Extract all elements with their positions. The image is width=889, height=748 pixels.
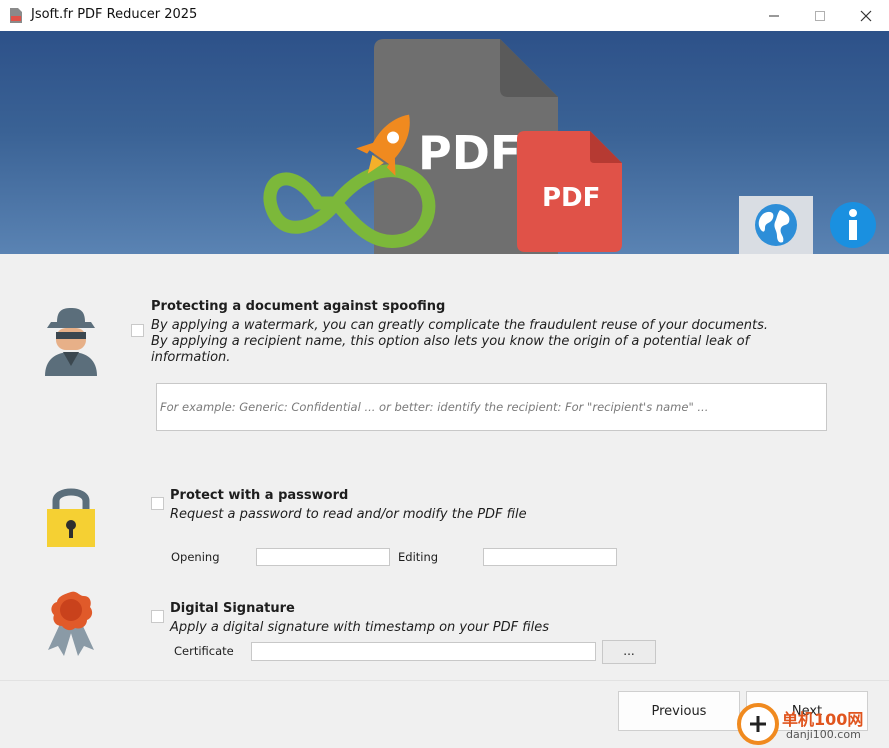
close-icon (860, 10, 872, 21)
spoofing-title: Protecting a document against spoofing (151, 299, 446, 314)
options-panel: Protecting a document against spoofing B… (0, 254, 889, 680)
header-banner: PDF PDF (0, 31, 889, 254)
signature-desc: Apply a digital signature with timestamp… (170, 620, 550, 635)
spoofing-desc-line3: information. (151, 350, 231, 365)
signature-title: Digital Signature (170, 601, 295, 616)
spoofing-checkbox[interactable] (131, 324, 144, 337)
opening-label: Opening (171, 550, 220, 564)
opening-password-input[interactable] (256, 548, 390, 566)
watermark-placeholder: For example: Generic: Confidential ... o… (160, 400, 709, 414)
editing-label: Editing (398, 550, 439, 564)
padlock-icon (47, 488, 95, 547)
minimize-icon (769, 15, 779, 16)
editing-password-input[interactable] (483, 548, 617, 566)
spy-icon (45, 308, 97, 376)
watermark-site-name: 单机100网 (782, 710, 864, 729)
maximize-icon (815, 10, 825, 21)
big-pdf-label: PDF (418, 126, 521, 180)
title-bar: Jsoft.fr PDF Reducer 2025 (0, 0, 889, 31)
browse-certificate-button[interactable]: ... (602, 640, 656, 664)
info-icon[interactable] (828, 200, 878, 250)
minimize-button[interactable] (751, 0, 797, 31)
watermark-logo-icon (737, 703, 779, 745)
spoofing-desc-line1: By applying a watermark, you can greatly… (151, 318, 769, 333)
app-icon (10, 8, 22, 23)
site-watermark: 单机100网 danji100.com (736, 702, 886, 747)
wax-seal-icon (48, 591, 94, 656)
small-pdf-label: PDF (542, 183, 600, 213)
spoofing-desc-line2: By applying a recipient name, this optio… (151, 334, 750, 349)
globe-icon (755, 204, 797, 246)
window-title: Jsoft.fr PDF Reducer 2025 (31, 7, 198, 22)
certificate-input[interactable] (251, 642, 596, 661)
close-button[interactable] (843, 0, 889, 31)
language-button[interactable] (739, 196, 813, 254)
password-desc: Request a password to read and/or modify… (170, 507, 527, 522)
previous-button[interactable]: Previous (618, 691, 740, 731)
watermark-site-url: danji100.com (786, 728, 861, 741)
certificate-label: Certificate (174, 644, 234, 658)
password-title: Protect with a password (170, 488, 349, 503)
watermark-text-input[interactable]: For example: Generic: Confidential ... o… (156, 383, 827, 431)
signature-checkbox[interactable] (151, 610, 164, 623)
password-checkbox[interactable] (151, 497, 164, 510)
maximize-button[interactable] (797, 0, 843, 31)
